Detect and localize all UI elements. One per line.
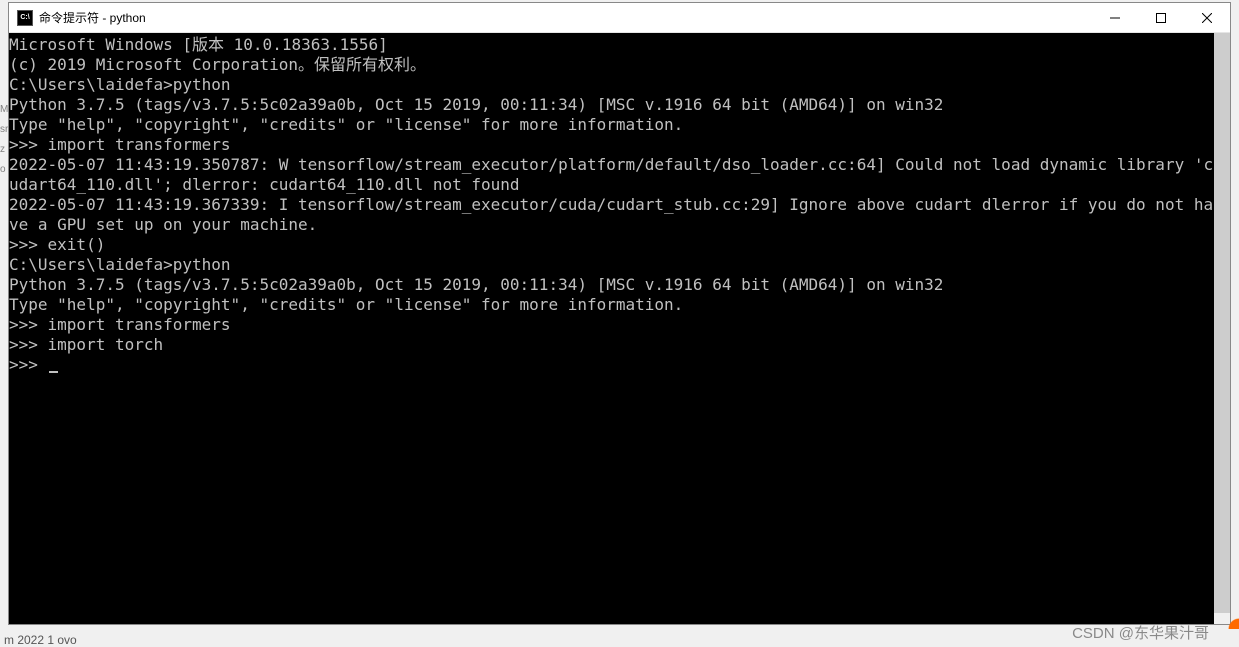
vertical-scrollbar[interactable]: [1214, 33, 1230, 624]
terminal-line: C:\Users\laidefa>python: [9, 75, 1214, 95]
window-title: 命令提示符 - python: [39, 9, 1092, 26]
terminal-line: Python 3.7.5 (tags/v3.7.5:5c02a39a0b, Oc…: [9, 95, 1214, 115]
terminal-line: >>> exit(): [9, 235, 1214, 255]
bottom-partial-text: m 2022 1 ovo: [4, 633, 77, 647]
terminal-line: Type "help", "copyright", "credits" or "…: [9, 115, 1214, 135]
terminal-area: Microsoft Windows [版本 10.0.18363.1556](c…: [9, 33, 1230, 624]
terminal-line: Python 3.7.5 (tags/v3.7.5:5c02a39a0b, Oc…: [9, 275, 1214, 295]
terminal-output[interactable]: Microsoft Windows [版本 10.0.18363.1556](c…: [9, 33, 1214, 624]
terminal-line: >>> import transformers: [9, 315, 1214, 335]
cmd-icon: C:\: [17, 10, 33, 26]
terminal-line: >>> import transformers: [9, 135, 1214, 155]
maximize-button[interactable]: [1138, 3, 1184, 32]
cursor: [49, 371, 58, 373]
terminal-line: (c) 2019 Microsoft Corporation。保留所有权利。: [9, 55, 1214, 75]
close-icon: [1202, 13, 1212, 23]
corner-decoration: [1219, 609, 1239, 629]
terminal-line: 2022-05-07 11:43:19.350787: W tensorflow…: [9, 155, 1214, 195]
watermark-text: CSDN @东华果汁哥: [1072, 622, 1209, 643]
window-controls: [1092, 3, 1230, 32]
minimize-button[interactable]: [1092, 3, 1138, 32]
terminal-line: >>> import torch: [9, 335, 1214, 355]
maximize-icon: [1156, 13, 1166, 23]
scrollbar-thumb[interactable]: [1214, 33, 1230, 613]
terminal-line: Microsoft Windows [版本 10.0.18363.1556]: [9, 35, 1214, 55]
titlebar[interactable]: C:\ 命令提示符 - python: [9, 3, 1230, 33]
command-prompt-window: C:\ 命令提示符 - python Microsoft Windows [版本…: [8, 2, 1231, 625]
terminal-line: Type "help", "copyright", "credits" or "…: [9, 295, 1214, 315]
terminal-line: 2022-05-07 11:43:19.367339: I tensorflow…: [9, 195, 1214, 235]
minimize-icon: [1110, 13, 1120, 23]
close-button[interactable]: [1184, 3, 1230, 32]
terminal-line: C:\Users\laidefa>python: [9, 255, 1214, 275]
terminal-line: >>>: [9, 355, 1214, 375]
